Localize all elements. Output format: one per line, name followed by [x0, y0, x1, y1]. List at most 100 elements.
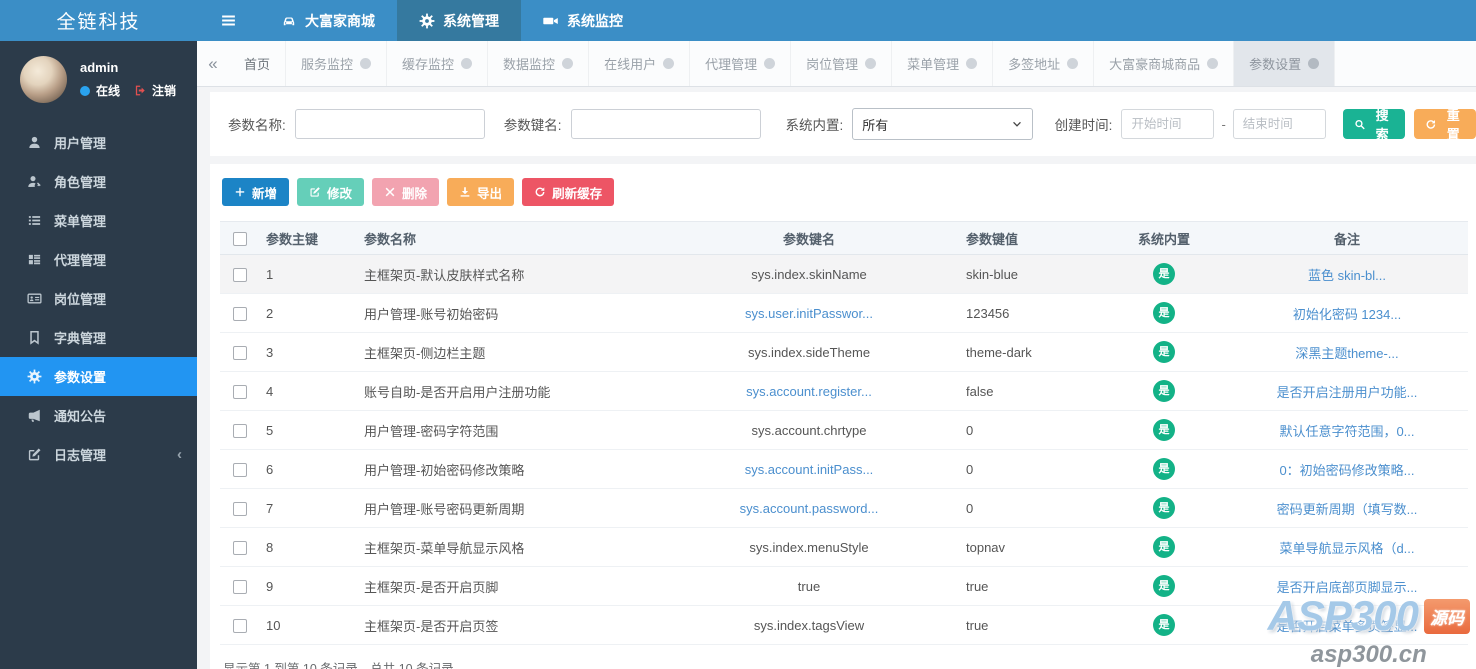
- tab-close-icon[interactable]: [865, 58, 877, 69]
- cell-param-key[interactable]: sys.account.initPass...: [745, 462, 874, 477]
- gear-icon: [27, 369, 42, 384]
- builtin-badge: 是: [1153, 380, 1175, 402]
- tab-service-monitor[interactable]: 服务监控: [286, 41, 388, 86]
- row-checkbox[interactable]: [233, 306, 247, 321]
- tab-post-mgmt[interactable]: 岗位管理: [791, 41, 893, 86]
- add-button[interactable]: 新增: [222, 178, 290, 206]
- sidebar-item-label: 参数设置: [54, 370, 107, 385]
- toolbar: 新增 修改 删除 导出 刷新缓存: [222, 178, 1468, 206]
- sidebar-item-menu-mgmt[interactable]: 菜单管理: [0, 201, 197, 240]
- cell-remark[interactable]: 深黑主题theme-...: [1295, 346, 1398, 361]
- tab-close-icon[interactable]: [966, 58, 978, 69]
- tab-agency-mgmt[interactable]: 代理管理: [690, 41, 792, 86]
- delete-button[interactable]: 删除: [372, 178, 440, 206]
- edit-button-label: 修改: [327, 186, 353, 201]
- cell-param-value: theme-dark: [954, 332, 1102, 372]
- gear-icon: [419, 13, 435, 29]
- table-row[interactable]: 1 主框架页-默认皮肤样式名称 sys.index.skinName skin-…: [220, 254, 1468, 294]
- row-checkbox[interactable]: [233, 501, 247, 516]
- tabs-collapse-button[interactable]: «: [197, 41, 229, 86]
- table-row[interactable]: 4 账号自助-是否开启用户注册功能 sys.account.register..…: [220, 371, 1468, 411]
- tab-close-icon[interactable]: [562, 58, 574, 69]
- tab-close-icon[interactable]: [663, 58, 675, 69]
- tab-param-settings[interactable]: 参数设置: [1234, 41, 1336, 86]
- tab-mall-goods[interactable]: 大富豪商城商品: [1094, 41, 1235, 86]
- table-row[interactable]: 3 主框架页-侧边栏主题 sys.index.sideTheme theme-d…: [220, 332, 1468, 372]
- cell-remark[interactable]: 是否开启注册用户功能...: [1277, 385, 1418, 400]
- cell-remark[interactable]: 0：初始密码修改策略...: [1279, 463, 1414, 478]
- tab-home[interactable]: 首页: [229, 41, 287, 86]
- row-checkbox[interactable]: [233, 579, 247, 594]
- reset-button[interactable]: 重置: [1413, 108, 1476, 142]
- tab-close-icon[interactable]: [461, 58, 473, 69]
- sidebar-item-notice[interactable]: 通知公告: [0, 396, 197, 435]
- avatar[interactable]: [20, 56, 67, 103]
- sidebar-item-post-mgmt[interactable]: 岗位管理: [0, 279, 197, 318]
- sidebar-item-agency-mgmt[interactable]: 代理管理: [0, 240, 197, 279]
- builtin-select[interactable]: 所有: [852, 108, 1033, 140]
- cell-remark[interactable]: 初始化密码 1234...: [1293, 307, 1401, 322]
- table-row[interactable]: 5 用户管理-密码字符范围 sys.account.chrtype 0 是 默认…: [220, 410, 1468, 450]
- tab-close-icon[interactable]: [1067, 58, 1079, 69]
- row-checkbox[interactable]: [233, 618, 247, 633]
- sidebar-item-param-settings[interactable]: 参数设置: [0, 357, 197, 396]
- param-name-input[interactable]: [294, 109, 485, 139]
- row-checkbox[interactable]: [233, 462, 247, 477]
- builtin-badge: 是: [1153, 614, 1175, 636]
- cell-remark[interactable]: 蓝色 skin-bl...: [1308, 268, 1386, 283]
- cell-param-name: 用户管理-密码字符范围: [364, 410, 664, 450]
- cell-param-value: true: [954, 605, 1102, 645]
- cell-remark[interactable]: 是否开启底部页脚显示...: [1277, 580, 1418, 595]
- table-row[interactable]: 10 主框架页-是否开启页签 sys.index.tagsView true 是…: [220, 605, 1468, 645]
- topnav-item-mall[interactable]: 大富家商城: [259, 0, 397, 41]
- table-row[interactable]: 6 用户管理-初始密码修改策略 sys.account.initPass... …: [220, 449, 1468, 489]
- cell-remark[interactable]: 密码更新周期（填写数...: [1277, 502, 1418, 517]
- start-time-input[interactable]: [1121, 109, 1215, 139]
- row-checkbox[interactable]: [233, 345, 247, 360]
- search-button[interactable]: 搜索: [1342, 108, 1405, 142]
- sidebar-item-log-mgmt[interactable]: 日志管理 ‹: [0, 435, 197, 474]
- table-row[interactable]: 9 主框架页-是否开启页脚 true true 是 是否开启底部页脚显示...: [220, 566, 1468, 606]
- param-key-input[interactable]: [570, 109, 761, 139]
- sidebar-item-dict-mgmt[interactable]: 字典管理: [0, 318, 197, 357]
- cell-param-value: skin-blue: [954, 254, 1102, 294]
- row-checkbox[interactable]: [233, 384, 247, 399]
- end-time-input[interactable]: [1232, 109, 1326, 139]
- refresh-cache-button[interactable]: 刷新缓存: [522, 178, 615, 206]
- cell-remark[interactable]: 默认任意字符范围，0...: [1279, 424, 1414, 439]
- row-checkbox[interactable]: [233, 540, 247, 555]
- tab-menu-mgmt[interactable]: 菜单管理: [892, 41, 994, 86]
- select-all-checkbox[interactable]: [233, 231, 247, 246]
- tab-cache-monitor[interactable]: 缓存监控: [387, 41, 489, 86]
- idcard-icon: [27, 291, 42, 306]
- edit-button[interactable]: 修改: [297, 178, 365, 206]
- table-row[interactable]: 2 用户管理-账号初始密码 sys.user.initPasswor... 12…: [220, 293, 1468, 333]
- table-row[interactable]: 7 用户管理-账号密码更新周期 sys.account.password... …: [220, 488, 1468, 528]
- cell-remark[interactable]: 菜单导航显示风格（d...: [1279, 541, 1414, 556]
- tab-data-monitor[interactable]: 数据监控: [488, 41, 590, 86]
- cell-remark[interactable]: 是否开启菜单多页签显...: [1277, 619, 1418, 634]
- cell-param-key[interactable]: sys.account.register...: [746, 384, 872, 399]
- tab-close-icon[interactable]: [1207, 58, 1219, 69]
- logout-button[interactable]: 注销: [134, 82, 176, 99]
- sidebar-item-role-mgmt[interactable]: 角色管理: [0, 162, 197, 201]
- user-name: admin: [80, 60, 119, 75]
- table-row[interactable]: 8 主框架页-菜单导航显示风格 sys.index.menuStyle topn…: [220, 527, 1468, 567]
- topnav-item-system-monitor[interactable]: 系统监控: [521, 0, 645, 41]
- row-checkbox[interactable]: [233, 423, 247, 438]
- tab-label: 数据监控: [503, 57, 556, 72]
- tab-label: 多签地址: [1008, 57, 1061, 72]
- cell-param-key[interactable]: sys.account.password...: [740, 501, 879, 516]
- row-checkbox[interactable]: [233, 267, 247, 282]
- tab-online-users[interactable]: 在线用户: [589, 41, 691, 86]
- cell-param-key[interactable]: sys.user.initPasswor...: [745, 306, 873, 321]
- sidebar-toggle-button[interactable]: [197, 0, 259, 41]
- tab-multisig-address[interactable]: 多签地址: [993, 41, 1095, 86]
- topnav-item-system-mgmt[interactable]: 系统管理: [397, 0, 521, 41]
- export-button[interactable]: 导出: [447, 178, 515, 206]
- plus-icon: [234, 186, 246, 198]
- tab-close-icon[interactable]: [1308, 58, 1320, 69]
- sidebar-item-user-mgmt[interactable]: 用户管理: [0, 123, 197, 162]
- tab-close-icon[interactable]: [360, 58, 372, 69]
- tab-close-icon[interactable]: [764, 58, 776, 69]
